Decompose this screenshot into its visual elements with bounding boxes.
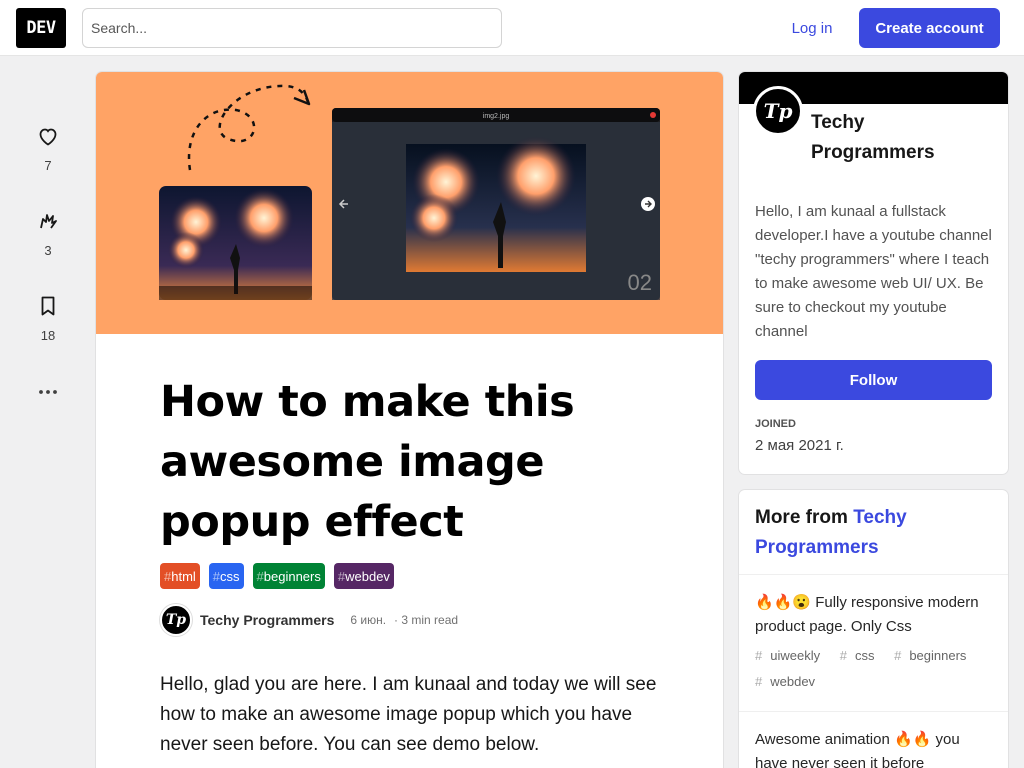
tag-css[interactable]: # css: [208, 563, 244, 589]
divider: [739, 711, 1008, 712]
create-account-button[interactable]: Create account: [859, 8, 1000, 48]
ellipsis-icon: [39, 390, 57, 394]
article-card: img2.jpg 02 How to make this awesome ima…: [96, 72, 723, 768]
heart-reaction-button[interactable]: 7: [26, 124, 70, 173]
more-post-tag[interactable]: # uiweekly: [755, 648, 828, 663]
more-post-tag[interactable]: # css: [840, 648, 883, 663]
cover-illustration: img2.jpg 02: [159, 84, 660, 300]
dashed-arrow: [187, 84, 310, 171]
tag-list: # html # css # beginners # webdev: [160, 563, 394, 589]
tag-html[interactable]: # html: [160, 563, 200, 589]
publish-date: 6 июн.: [350, 613, 387, 627]
joined-label: JOINED: [755, 418, 796, 430]
search-input[interactable]: [82, 8, 502, 48]
divider: [739, 574, 1008, 575]
profile-name[interactable]: Techy Programmers: [811, 108, 991, 168]
image-viewer-window: img2.jpg 02: [332, 108, 660, 300]
author-profile-card: Tp Techy Programmers Hello, I am kunaal …: [739, 72, 1008, 474]
tag-webdev[interactable]: # webdev: [333, 563, 394, 589]
more-post-title[interactable]: 🔥🔥😮 Fully responsive modern product page…: [755, 591, 995, 639]
more-post-tag[interactable]: # beginners: [894, 648, 974, 663]
more-from-card: More from Techy Programmers 🔥🔥😮 Fully re…: [739, 490, 1008, 768]
more-post-tags: # uiweekly # css # beginners # webdev: [755, 643, 995, 695]
slide-number: 02: [628, 270, 652, 295]
author-avatar[interactable]: Tp: [160, 604, 192, 636]
cover-image: img2.jpg 02: [96, 72, 723, 334]
article-title: How to make this awesome image popup eff…: [160, 377, 575, 547]
follow-button[interactable]: Follow: [755, 360, 992, 400]
viewer-filename: img2.jpg: [483, 113, 510, 120]
heart-count: 7: [44, 158, 52, 173]
author-meta: Tp Techy Programmers 6 июн. · 3 min read: [160, 604, 458, 636]
thumbnail-image: [159, 186, 312, 300]
author-name[interactable]: Techy Programmers: [200, 612, 334, 628]
more-from-heading: More from Techy Programmers: [755, 507, 907, 558]
profile-bio: Hello, I am kunaal a fullstack developer…: [755, 203, 992, 340]
dev-logo[interactable]: DEV: [16, 8, 66, 48]
more-options-button[interactable]: [26, 380, 70, 404]
bookmark-count: 18: [40, 328, 56, 343]
tag-beginners[interactable]: # beginners: [252, 563, 325, 589]
bookmark-reaction-button[interactable]: 18: [26, 294, 70, 343]
unicorn-icon: [40, 214, 57, 229]
login-link[interactable]: Log in: [776, 8, 848, 48]
more-post-tag[interactable]: # webdev: [755, 674, 823, 689]
bookmark-icon: [41, 296, 55, 316]
more-post-title[interactable]: Awesome animation 🔥🔥 you have never seen…: [755, 728, 995, 768]
top-navbar: DEV Log in Create account: [0, 0, 1024, 56]
profile-avatar[interactable]: Tp: [753, 86, 803, 136]
viewer-close-dot[interactable]: [650, 112, 656, 118]
joined-date: 2 мая 2021 г.: [755, 437, 844, 454]
unicorn-count: 3: [44, 243, 52, 258]
read-time: · 3 min read: [394, 613, 459, 627]
unicorn-reaction-button[interactable]: 3: [26, 209, 70, 258]
heart-icon: [39, 128, 57, 146]
article-body: Hello, glad you are here. I am kunaal an…: [160, 674, 657, 755]
